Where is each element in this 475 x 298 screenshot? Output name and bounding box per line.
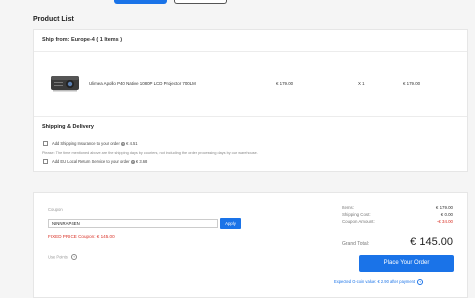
use-points-row[interactable]: Use Points ? <box>48 254 78 261</box>
product-total: € 179.00 <box>403 81 421 86</box>
product-quantity: X 1 <box>358 81 365 86</box>
shipping-insurance-price: € 4.51 <box>126 141 138 146</box>
coupon-amount-value: -€ 34.00 <box>436 219 453 224</box>
apply-coupon-button[interactable]: Apply <box>220 218 241 229</box>
info-icon[interactable]: ? <box>120 141 126 147</box>
shipping-insurance-row: Add Shipping Insurance to your order ? € … <box>52 141 138 147</box>
grand-total-value: € 145.00 <box>410 236 453 248</box>
use-points-label: Use Points <box>48 254 68 260</box>
top-secondary-button[interactable] <box>174 0 227 4</box>
place-order-button[interactable]: Place Your Order <box>359 255 454 272</box>
page-title: Product List <box>33 16 74 23</box>
coupon-amount-label: Coupon Amount: <box>342 219 375 224</box>
shipping-cost-label: Shipping Cost: <box>342 212 371 217</box>
gcoin-text: Expected G-coin value: € 2.90 after paym… <box>334 279 416 285</box>
items-value: € 179.00 <box>435 205 453 210</box>
gcoin-note: Expected G-coin value: € 2.90 after paym… <box>334 279 424 286</box>
shipping-insurance-label: Add Shipping Insurance to your order <box>52 141 120 146</box>
eu-return-label: Add EU Local Return Service to your orde… <box>52 159 130 164</box>
eu-return-price: € 3.68 <box>135 159 148 164</box>
product-unit-price: € 179.00 <box>276 81 294 86</box>
items-label: Items: <box>342 205 354 210</box>
top-primary-button[interactable] <box>114 0 167 4</box>
fixed-price-coupon-text: FIXED PRICE Coupon: € 145.00 <box>48 234 115 239</box>
shipping-note: Please: The time mentioned above are the… <box>42 151 258 155</box>
help-icon[interactable]: ? <box>70 254 78 261</box>
eu-return-checkbox[interactable] <box>43 159 48 164</box>
product-thumbnail[interactable] <box>48 71 82 95</box>
info-icon[interactable]: ? <box>417 279 424 286</box>
grand-total-label: Grand Total: <box>342 241 370 247</box>
ship-from-header: Ship from: Europe-4 ( 1 Items ) <box>42 37 123 43</box>
product-list-card: Ship from: Europe-4 ( 1 Items ) Ulimea A… <box>33 29 468 172</box>
shipping-insurance-checkbox[interactable] <box>43 141 48 146</box>
divider <box>34 116 467 117</box>
order-summary-card: Coupon NINNRAP4EN Apply FIXED PRICE Coup… <box>33 192 468 298</box>
shipping-delivery-title: Shipping & Delivery <box>42 124 94 130</box>
eu-return-row: Add EU Local Return Service to your orde… <box>52 159 148 165</box>
divider <box>34 51 467 52</box>
info-icon[interactable]: ? <box>130 159 135 165</box>
coupon-input[interactable]: NINNRAP4EN <box>48 219 218 228</box>
coupon-label: Coupon <box>48 207 63 212</box>
shipping-cost-value: € 0.00 <box>440 212 453 217</box>
product-name[interactable]: Ulimea Apollo P40 Native 1080P LCD Proje… <box>89 81 196 86</box>
